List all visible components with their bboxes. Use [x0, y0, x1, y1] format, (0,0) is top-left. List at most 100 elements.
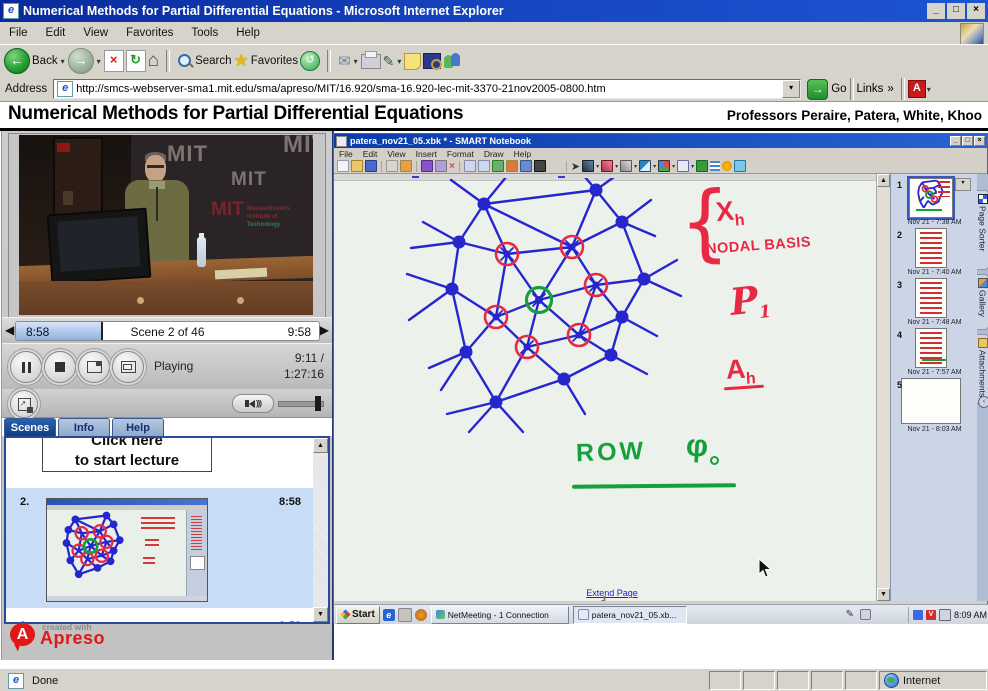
messenger-button[interactable] [443, 53, 461, 69]
tab-info[interactable]: Info [58, 418, 110, 436]
edit-button[interactable]: ✎ [383, 53, 395, 70]
address-dropdown-icon[interactable]: ▾ [782, 80, 800, 98]
scene-list-scrollbar[interactable]: ▲ ▼ [313, 438, 328, 622]
favorites-label[interactable]: Favorites [251, 55, 298, 67]
scene-item-2[interactable]: 2. [6, 488, 317, 608]
menu-file[interactable]: File [0, 24, 37, 42]
previous-scene-button[interactable]: ◀ [5, 323, 14, 337]
scene-item-start[interactable]: Click here to start lecture [42, 436, 212, 472]
links-label[interactable]: Links [857, 83, 884, 95]
minimize-button[interactable]: _ [927, 3, 945, 19]
select-tool-icon: ➤ [571, 160, 580, 173]
quicklaunch-ie-icon[interactable]: e [383, 609, 395, 621]
quicklaunch-desktop-icon[interactable] [398, 608, 412, 622]
page-timestamp: Nov 21 - 7:57 AM [891, 369, 978, 376]
canvas-scrollbar[interactable]: ▲ ▼ [876, 174, 890, 601]
stylus-icon[interactable]: ✎ [846, 609, 854, 620]
swap-view-button[interactable] [112, 351, 144, 383]
tray-antivirus-icon[interactable]: V [926, 610, 936, 620]
acrobat-icon[interactable]: A [908, 80, 926, 98]
menu-tools[interactable]: Tools [182, 24, 227, 42]
stop-button[interactable]: × [104, 50, 124, 72]
video-frame[interactable]: MIT MIT MIT MIT Massachusetts Institute … [8, 133, 326, 319]
acrobat-dropdown-icon[interactable]: ▾ [927, 85, 931, 94]
shapes-tool-icon [658, 160, 670, 172]
page-entry-1[interactable]: 1 ▾ Nov 21 - 7:38 AM [891, 178, 978, 228]
address-input[interactable]: e http://smcs-webserver-sma1.mit.edu/sma… [53, 79, 801, 99]
notes-button[interactable] [404, 53, 421, 70]
taskbar-netmeeting[interactable]: NetMeeting - 1 Connection [431, 606, 569, 624]
page-entry-4[interactable]: 4 Nov 21 - 7:57 AM [891, 328, 978, 378]
scene-thumbnail[interactable] [46, 498, 208, 602]
menu-view[interactable]: View [74, 24, 117, 42]
tab-page-sorter[interactable]: Page Sorter [977, 190, 988, 270]
print-button[interactable] [361, 54, 381, 69]
maximize-button[interactable]: □ [947, 3, 965, 19]
next-scene-button[interactable]: ▶ [320, 323, 329, 337]
pause-button[interactable] [10, 351, 42, 383]
notebook-canvas[interactable]: { Xh NODAL BASIS P1 Ah ROW φ Extend Page… [334, 174, 891, 601]
layout-button[interactable] [78, 351, 110, 383]
remaining-time: 9:58 [288, 325, 311, 339]
menu-edit[interactable]: Edit [37, 24, 75, 42]
refresh-button[interactable]: ↻ [126, 50, 146, 72]
scroll-up-icon[interactable]: ▲ [313, 438, 328, 453]
lecture-video[interactable]: MIT MIT MIT MIT Massachusetts Institute … [19, 135, 313, 315]
back-label[interactable]: Back [32, 55, 58, 67]
ie-window: e Numerical Methods for Partial Differen… [0, 0, 988, 691]
canvas-scroll-up-icon[interactable]: ▲ [877, 174, 890, 187]
volume-thumb[interactable] [315, 396, 321, 411]
favorites-icon[interactable]: ★ [234, 51, 249, 71]
close-button[interactable]: × [967, 3, 985, 19]
mute-button[interactable]: ))) [232, 394, 274, 413]
tray-display-icon[interactable] [939, 609, 951, 621]
extend-page-link[interactable]: Extend Page [552, 588, 672, 598]
quicklaunch-media-icon[interactable] [415, 609, 427, 621]
page-thumbnail-5[interactable] [901, 378, 961, 424]
tablet-icon[interactable] [860, 609, 871, 620]
research-button[interactable] [423, 53, 441, 69]
page-menu-icon[interactable]: ▾ [955, 178, 971, 191]
page-thumbnail-1[interactable] [909, 178, 953, 218]
tray-network-icon[interactable] [913, 610, 923, 620]
page-thumbnail-2[interactable] [915, 228, 947, 268]
go-label[interactable]: Go [831, 83, 846, 95]
page-thumbnail-4[interactable] [915, 328, 947, 368]
toolbar-separator [327, 50, 331, 72]
page-entry-2[interactable]: 2 Nov 21 - 7:40 AM [891, 228, 978, 278]
forward-button[interactable]: → [68, 48, 94, 74]
back-button[interactable]: ← [4, 48, 30, 74]
page-entry-3[interactable]: 3 Nov 21 - 7:48 AM [891, 278, 978, 328]
menu-help[interactable]: Help [227, 24, 269, 42]
search-label[interactable]: Search [195, 55, 231, 67]
address-url[interactable]: http://smcs-webserver-sma1.mit.edu/sma/a… [76, 83, 605, 95]
tab-attachments[interactable]: Attachments [977, 334, 988, 404]
tab-help[interactable]: Help [112, 418, 164, 436]
popout-button[interactable]: ↗ [10, 390, 38, 418]
page-entry-5[interactable]: 5 Nov 21 - 8:03 AM [891, 378, 978, 436]
back-dropdown-icon[interactable]: ▾ [61, 57, 65, 66]
tab-scenes[interactable]: Scenes [4, 418, 56, 436]
go-icon[interactable]: → [807, 79, 828, 100]
start-button[interactable]: Start [336, 606, 380, 624]
menu-favorites[interactable]: Favorites [117, 24, 182, 42]
start-line-1[interactable]: Click here [43, 436, 211, 451]
search-icon[interactable] [177, 53, 193, 69]
taskbar-notebook[interactable]: patera_nov21_05.xb... [573, 606, 687, 624]
page-thumbnail-3[interactable] [915, 278, 947, 318]
tab-gallery[interactable]: Gallery [977, 274, 988, 330]
canvas-scroll-down-icon[interactable]: ▼ [877, 588, 890, 601]
forward-dropdown-icon[interactable]: ▾ [97, 57, 101, 66]
home-button[interactable]: ⌂ [148, 50, 159, 72]
secondary-controls: ↗ ))) [2, 389, 332, 418]
collapse-panel-icon[interactable]: ‹ [978, 396, 988, 408]
start-line-2[interactable]: to start lecture [43, 451, 211, 471]
mail-button[interactable]: ✉ [338, 52, 351, 70]
volume-slider[interactable] [278, 401, 324, 407]
seek-track[interactable]: 8:58 Scene 2 of 46 9:58 [15, 321, 320, 341]
links-chevrons-icon[interactable]: » [883, 83, 897, 95]
history-button[interactable]: ↺ [300, 51, 320, 71]
stop-button[interactable] [44, 351, 76, 383]
edit-dropdown-icon[interactable]: ▾ [397, 57, 401, 66]
mail-dropdown-icon[interactable]: ▾ [354, 57, 358, 66]
